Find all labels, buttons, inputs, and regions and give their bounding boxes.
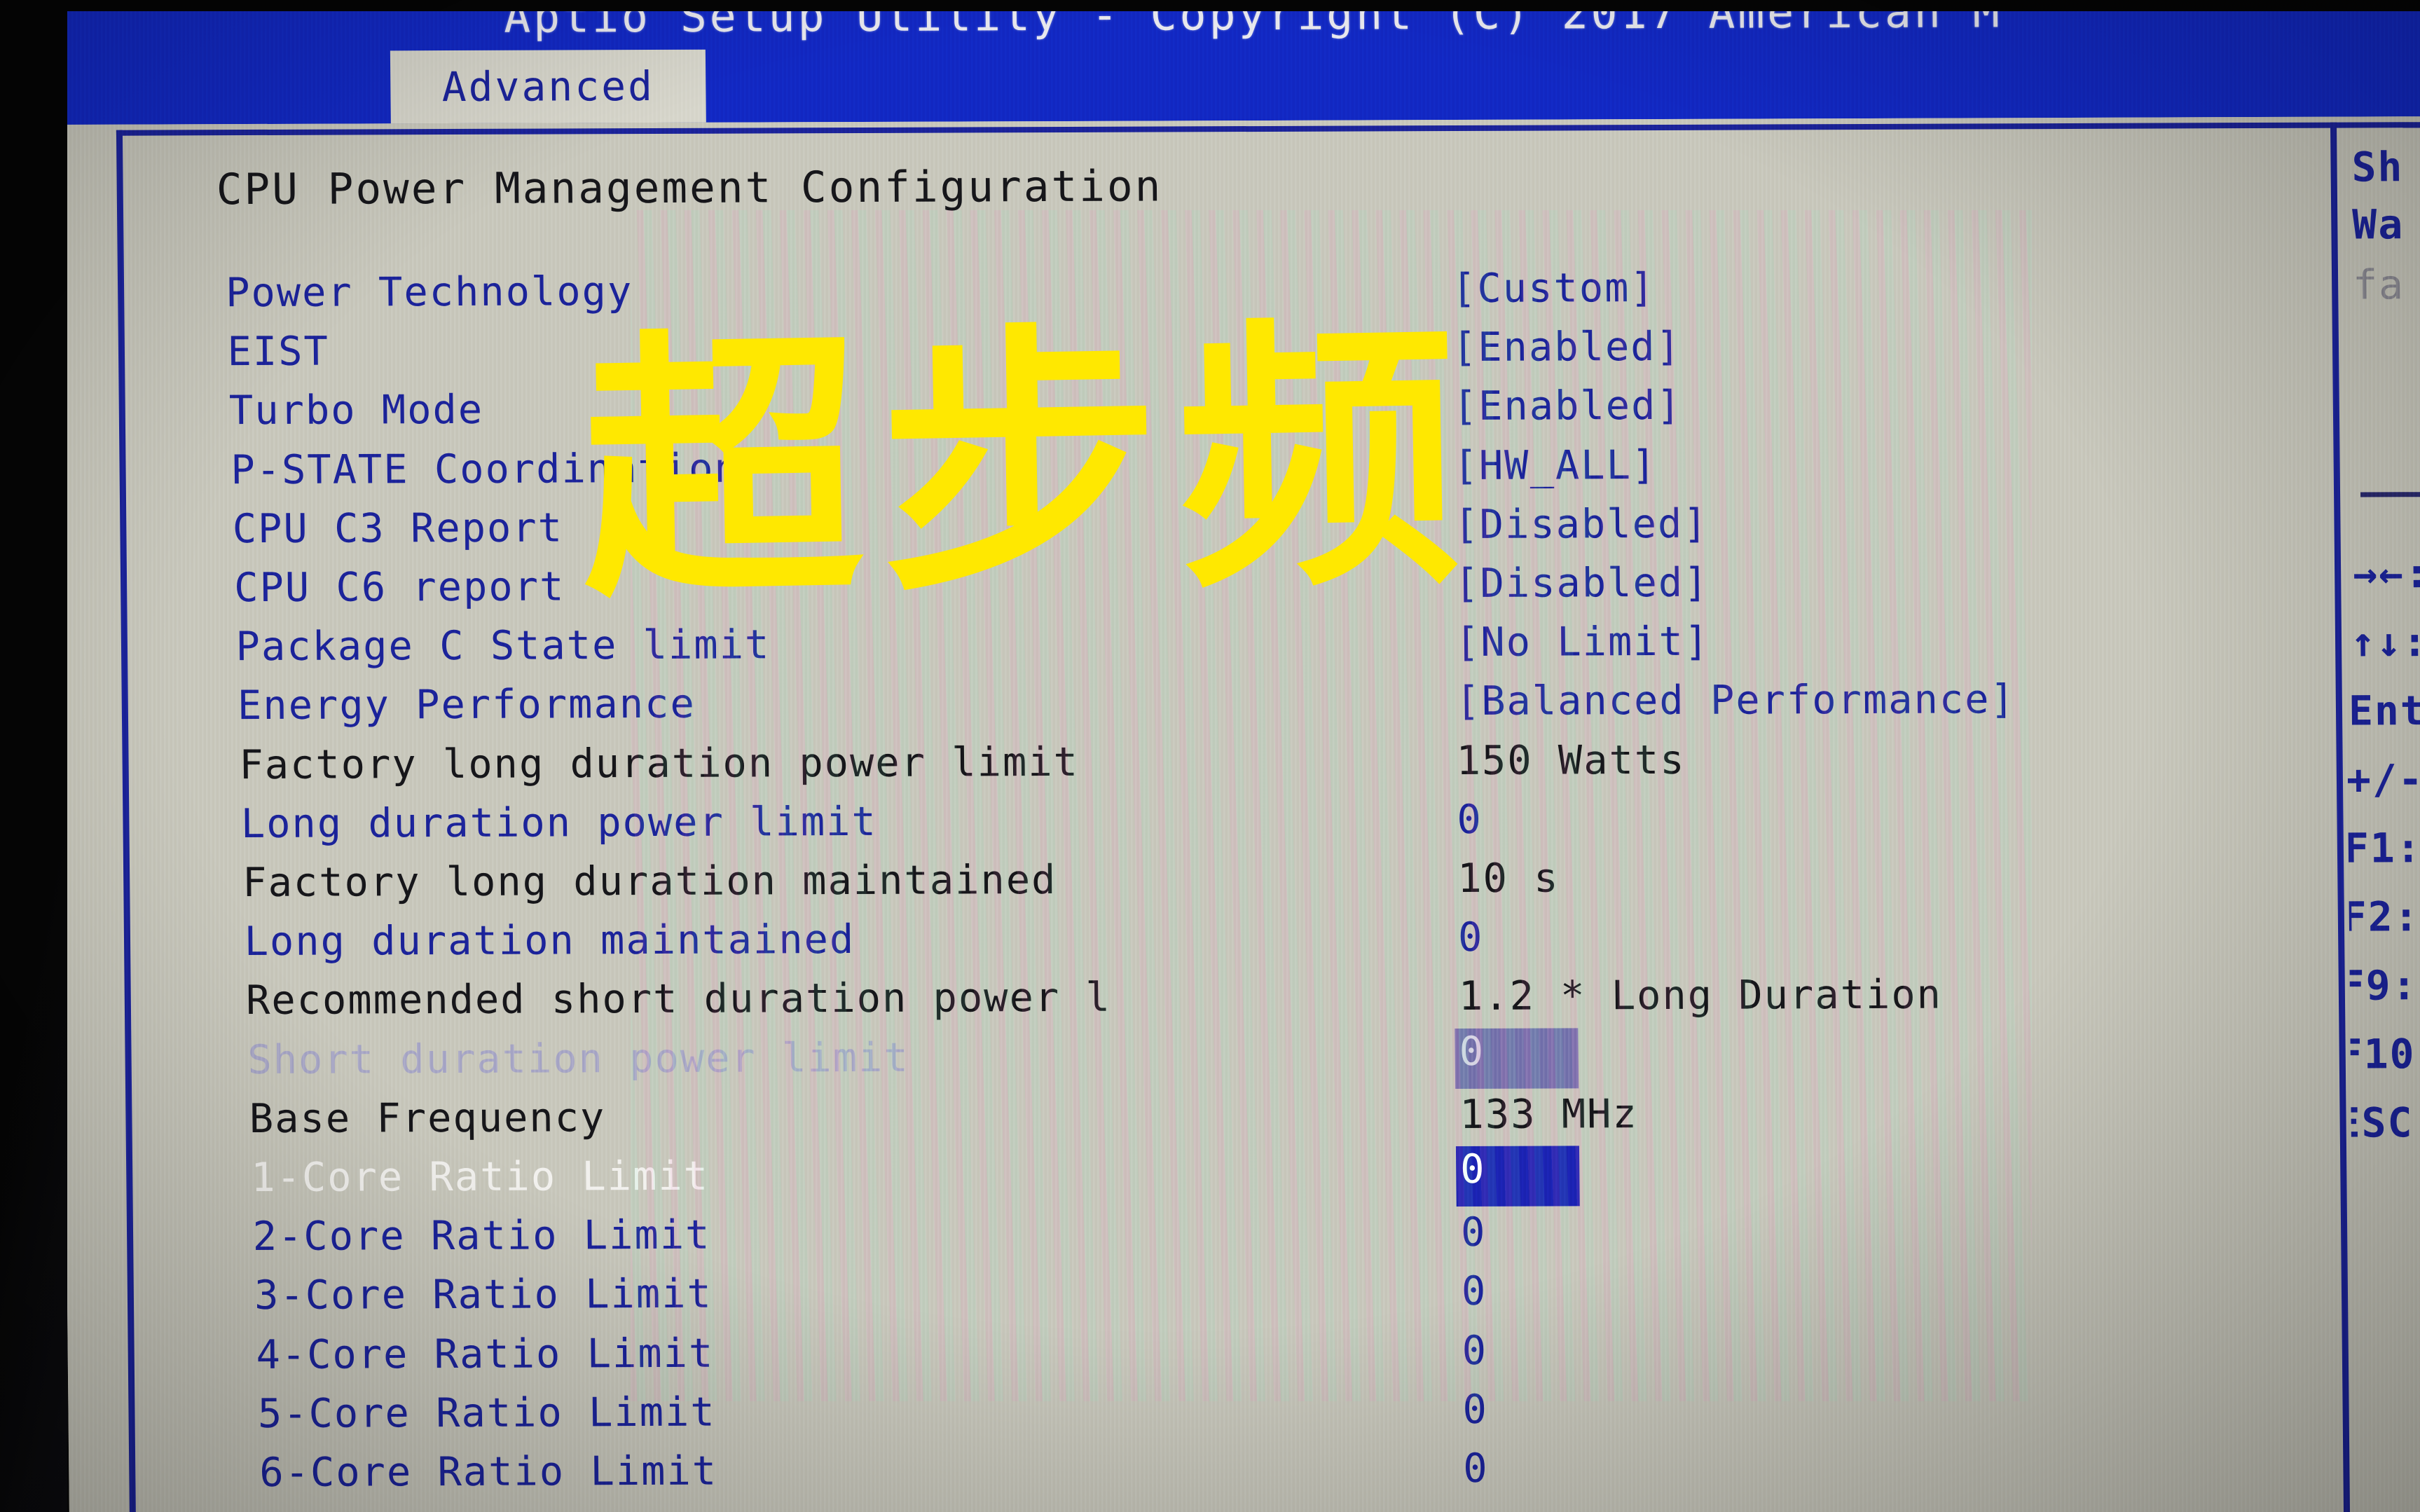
- setting-value: [Balanced Performance]: [1455, 676, 2016, 725]
- setting-row[interactable]: Factory long duration maintained 10 s: [63, 853, 2338, 919]
- setting-value: 0: [1457, 914, 1484, 961]
- key-hint: F1:: [2344, 824, 2420, 872]
- setting-row[interactable]: CPU C3 Report [Disabled]: [60, 498, 2335, 565]
- help-pane: Sh Wa fa →←: ↑↓: Ente +/-: F1: F2: F9: F10: ESC:: [2342, 122, 2420, 1512]
- key-hint: ↑↓:: [2350, 618, 2420, 666]
- setting-value-input[interactable]: 0: [1455, 1027, 1579, 1089]
- bios-photo: Aptio Setup Utility - Copyright (C) 2017…: [0, 0, 2420, 1512]
- setting-label: Factory long duration maintained: [242, 856, 1057, 907]
- bios-screen: Aptio Setup Utility - Copyright (C) 2017…: [55, 0, 2420, 1512]
- setting-value: 0: [1460, 1209, 1487, 1256]
- setting-label: 3-Core Ratio Limit: [254, 1271, 713, 1319]
- setting-row[interactable]: Long duration maintained 0: [64, 912, 2339, 978]
- setting-row[interactable]: CPU C6 report [Disabled]: [60, 558, 2335, 624]
- setting-value: [Custom]: [1451, 265, 1656, 312]
- key-hint: F10:: [2341, 1030, 2420, 1078]
- setting-row[interactable]: Energy Performance [Balanced Performance]: [61, 675, 2336, 742]
- bezel-left: [0, 0, 67, 1512]
- setting-value: [HW_ALL]: [1453, 441, 1658, 489]
- help-title-line-2: Wa: [2352, 200, 2405, 249]
- help-title-line-1: Sh: [2351, 143, 2404, 191]
- setting-label: 5-Core Ratio Limit: [257, 1389, 716, 1437]
- setting-row[interactable]: Short duration power limit 0: [64, 1027, 2339, 1096]
- setting-label: Package C State limit: [235, 621, 771, 671]
- setting-label: P-STATE Coordination: [231, 445, 741, 493]
- key-hint: →←:: [2352, 549, 2420, 598]
- setting-value: [No Limit]: [1455, 618, 1710, 666]
- setting-value: 10 s: [1457, 855, 1560, 902]
- setting-label: Power Technology: [225, 268, 633, 317]
- setting-label: 6-Core Ratio Limit: [259, 1448, 718, 1496]
- setting-row[interactable]: Turbo Mode [Enabled]: [58, 380, 2333, 447]
- setting-row[interactable]: Factory long duration power limit 150 Wat…: [62, 734, 2337, 801]
- titlebar: Aptio Setup Utility - Copyright (C) 2017…: [55, 0, 2420, 125]
- setting-row[interactable]: Long duration power limit 0: [62, 793, 2337, 860]
- setting-label: 1-Core Ratio Limit: [250, 1153, 710, 1201]
- setting-value: [Disabled]: [1454, 500, 1709, 548]
- setting-label: Long duration maintained: [244, 916, 855, 965]
- setting-row[interactable]: 3-Core Ratio Limit 0: [67, 1265, 2342, 1332]
- setting-value: 0: [1457, 796, 1483, 843]
- settings-panel: CPU Power Management Configuration Power…: [55, 116, 2420, 1512]
- setting-value: 0: [1462, 1386, 1489, 1433]
- key-hint: F9:: [2341, 961, 2418, 1010]
- setting-row[interactable]: 6-Core Ratio Limit 0: [69, 1443, 2344, 1509]
- setting-row[interactable]: Package C State limit [No Limit]: [61, 617, 2336, 683]
- setting-value: [Disabled]: [1454, 559, 1710, 607]
- setting-value: 150 Watts: [1456, 736, 1686, 784]
- setting-row[interactable]: Power Technology [Custom]: [57, 263, 2332, 329]
- setting-label: Turbo Mode: [228, 387, 484, 434]
- setting-row[interactable]: 1-Core Ratio Limit 0: [66, 1146, 2341, 1214]
- setting-value: 0: [1462, 1327, 1488, 1374]
- setting-value-input[interactable]: 0: [1455, 1146, 1580, 1207]
- help-body-line-1: fa: [2352, 261, 2405, 309]
- key-legend: →←: ↑↓: Ente +/-: F1: F2: F9: F10: ESC:: [2342, 122, 2420, 1146]
- setting-row[interactable]: 5-Core Ratio Limit 0: [68, 1383, 2343, 1450]
- setting-label: CPU C6 report: [233, 563, 565, 612]
- setting-row[interactable]: P-STATE Coordination [HW_ALL]: [59, 439, 2334, 506]
- setting-label: Recommended short duration power l: [245, 975, 1112, 1024]
- setting-row[interactable]: Base Frequency 133 MHz: [65, 1088, 2340, 1155]
- key-hint: F2:: [2342, 893, 2420, 941]
- setting-value: 0: [1459, 1028, 1485, 1075]
- setting-label: Short duration power limit: [247, 1034, 910, 1083]
- setting-label: Energy Performance: [237, 681, 696, 729]
- setting-value: [Enabled]: [1452, 383, 1682, 430]
- key-hint: Ente: [2348, 687, 2420, 735]
- bezel-top: [0, 0, 2420, 11]
- setting-label: 4-Core Ratio Limit: [256, 1330, 715, 1378]
- setting-value: 0: [1459, 1146, 1486, 1193]
- key-hint: ESC:: [2341, 1099, 2420, 1147]
- setting-row[interactable]: Recommended short duration power l 1.2 * …: [64, 970, 2339, 1037]
- setting-value: [Enabled]: [1452, 324, 1682, 371]
- setting-label: 2-Core Ratio Limit: [252, 1211, 711, 1260]
- setting-label: Factory long duration power limit: [239, 738, 1080, 788]
- setting-label: EIST: [227, 328, 330, 376]
- setting-label: Long duration power limit: [240, 798, 878, 847]
- setting-row[interactable]: 4-Core Ratio Limit 0: [67, 1324, 2342, 1391]
- setting-row[interactable]: 2-Core Ratio Limit 0: [67, 1207, 2342, 1273]
- setting-label: CPU C3 Report: [232, 504, 564, 552]
- tab-advanced[interactable]: Advanced: [390, 49, 706, 124]
- setting-value: 0: [1463, 1445, 1489, 1492]
- setting-value: 133 MHz: [1459, 1090, 1639, 1138]
- setting-label: Base Frequency: [249, 1094, 606, 1142]
- settings-list: Power Technology [Custom] EIST [Enabled] Tur…: [56, 117, 2344, 1512]
- setting-row[interactable]: EIST [Enabled]: [58, 322, 2333, 388]
- setting-value: 0: [1461, 1268, 1487, 1315]
- help-divider: [2360, 491, 2420, 497]
- setting-value: 1.2 * Long Duration: [1458, 971, 1943, 1020]
- key-hint: +/-:: [2346, 755, 2420, 804]
